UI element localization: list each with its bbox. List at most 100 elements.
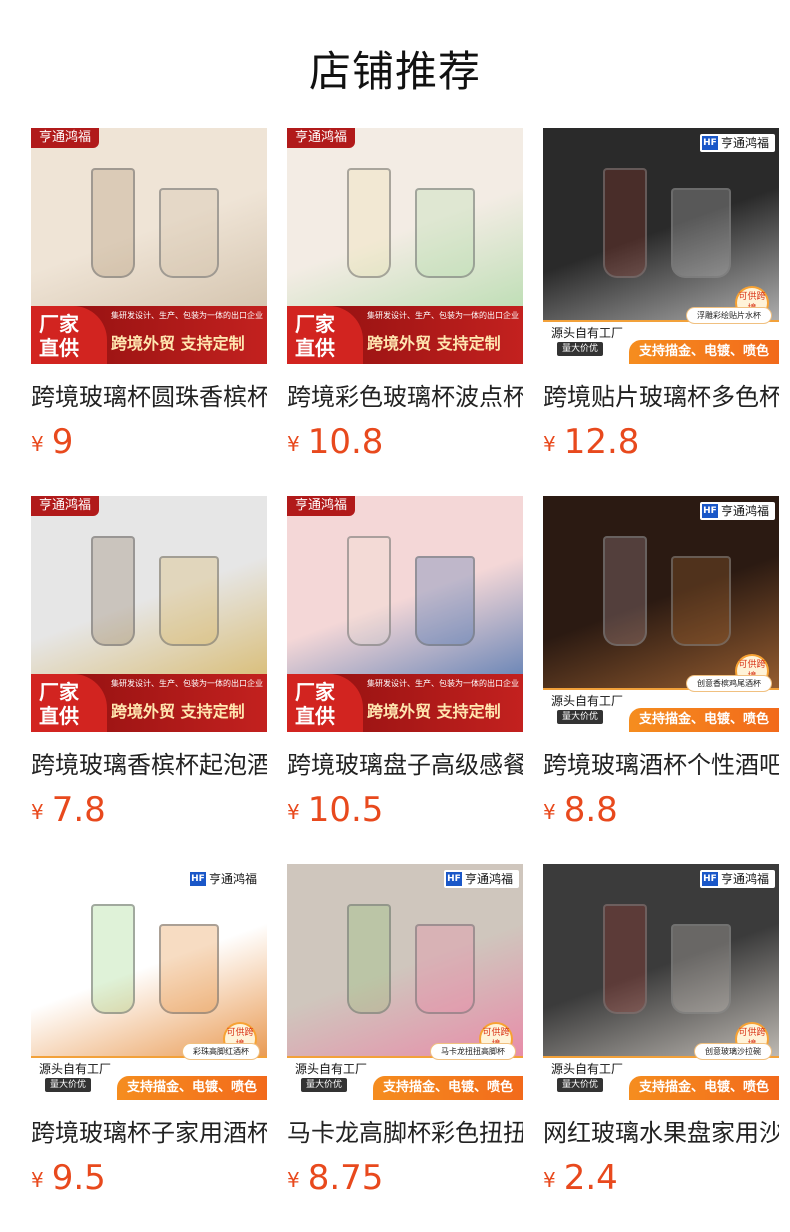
price-value: 10.8	[307, 422, 384, 462]
promo-banner: 厂家 直供 集研发设计、生产、包装为一体的出口企业 跨境外贸 支持定制	[287, 306, 523, 364]
product-price: ¥10.8	[287, 422, 523, 462]
currency-symbol: ¥	[31, 1168, 44, 1192]
glass-shape	[603, 168, 647, 278]
product-price: ¥8.8	[543, 790, 779, 830]
price-value: 8.75	[307, 1158, 384, 1198]
product-card[interactable]: 亨通鸿福 厂家 直供 集研发设计、生产、包装为一体的出口企业 跨境外贸 支持定制…	[287, 128, 523, 462]
glass-shape	[91, 168, 135, 278]
product-price: ¥12.8	[543, 422, 779, 462]
product-card[interactable]: HF 亨通鸿福 可供跨境 源头自有工厂 量大价优 浮雕彩绘贴片水杯 支持描金、电…	[543, 128, 779, 462]
banner-subline: 集研发设计、生产、包装为一体的出口企业	[111, 679, 263, 688]
brand-tag: 亨通鸿福	[31, 128, 100, 148]
product-image[interactable]: 亨通鸿福 厂家 直供 集研发设计、生产、包装为一体的出口企业 跨境外贸 支持定制	[287, 496, 523, 732]
price-value: 12.8	[563, 422, 640, 462]
banner-value-text: 量大价优	[557, 342, 604, 356]
currency-symbol: ¥	[287, 1168, 300, 1192]
product-card[interactable]: 亨通鸿福 厂家 直供 集研发设计、生产、包装为一体的出口企业 跨境外贸 支持定制…	[31, 496, 267, 830]
banner-mainline: 跨境外贸 支持定制	[367, 334, 501, 353]
brand-logo-icon: HF	[701, 872, 718, 886]
factory-badge: 厂家 直供	[31, 674, 107, 732]
brand-logo-icon: HF	[189, 872, 206, 886]
banner-value-text: 量大价优	[45, 1078, 92, 1092]
glass-shape	[91, 904, 135, 1014]
product-name[interactable]: 跨境贴片玻璃杯多色杯	[543, 382, 779, 412]
banner-mainline: 跨境外贸 支持定制	[367, 702, 501, 721]
banner-value-text: 量大价优	[557, 710, 604, 724]
glass-shape	[415, 556, 475, 646]
product-image[interactable]: HF 亨通鸿福 可供跨境 源头自有工厂 量大价优 创意香槟鸡尾酒杯 支持描金、电…	[543, 496, 779, 732]
glass-shape	[603, 536, 647, 646]
banner-custom-text: 支持描金、电镀、喷色	[373, 1076, 523, 1100]
banner-custom-text: 支持描金、电镀、喷色	[629, 340, 779, 364]
factory-badge: 厂家 直供	[31, 306, 107, 364]
banner-factory-text: 源头自有工厂	[551, 694, 624, 708]
brand-logo-icon: HF	[445, 872, 462, 886]
product-image[interactable]: 亨通鸿福 厂家 直供 集研发设计、生产、包装为一体的出口企业 跨境外贸 支持定制	[31, 128, 267, 364]
banner-product-text: 创意玻璃沙拉碗	[695, 1044, 771, 1059]
glass-shape	[347, 904, 391, 1014]
factory-badge: 厂家 直供	[287, 674, 363, 732]
brand-logo-icon: HF	[701, 136, 718, 150]
banner-factory-text: 源头自有工厂	[551, 326, 624, 340]
price-value: 2.4	[563, 1158, 618, 1198]
product-price: ¥8.75	[287, 1158, 523, 1198]
product-price: ¥10.5	[287, 790, 523, 830]
product-card[interactable]: HF 亨通鸿福 可供跨境 源头自有工厂 量大价优 创意香槟鸡尾酒杯 支持描金、电…	[543, 496, 779, 830]
glass-shape	[671, 188, 731, 278]
banner-product-text: 创意香槟鸡尾酒杯	[687, 676, 771, 691]
glass-shape	[603, 904, 647, 1014]
product-card[interactable]: 亨通鸿福 厂家 直供 集研发设计、生产、包装为一体的出口企业 跨境外贸 支持定制…	[31, 128, 267, 462]
price-value: 9.5	[51, 1158, 106, 1198]
brand-tag: 亨通鸿福	[287, 128, 356, 148]
banner-product-text: 马卡龙扭扭高脚杯	[431, 1044, 515, 1059]
promo-banner: 源头自有工厂 量大价优 彩珠高脚红酒杯 支持描金、电镀、喷色	[31, 1044, 267, 1100]
brand-tag: 亨通鸿福	[287, 496, 356, 516]
product-name[interactable]: 网红玻璃水果盘家用沙拉碗	[543, 1118, 779, 1148]
product-name[interactable]: 跨境彩色玻璃杯波点杯	[287, 382, 523, 412]
product-image[interactable]: HF 亨通鸿福 可供跨境 源头自有工厂 量大价优 浮雕彩绘贴片水杯 支持描金、电…	[543, 128, 779, 364]
product-image[interactable]: 亨通鸿福 厂家 直供 集研发设计、生产、包装为一体的出口企业 跨境外贸 支持定制	[287, 128, 523, 364]
product-image[interactable]: HF 亨通鸿福 可供跨境 源头自有工厂 量大价优 创意玻璃沙拉碗 支持描金、电镀…	[543, 864, 779, 1100]
price-value: 10.5	[307, 790, 384, 830]
glass-shape	[159, 924, 219, 1014]
banner-product-text: 浮雕彩绘贴片水杯	[687, 308, 771, 323]
product-card[interactable]: 亨通鸿福 厂家 直供 集研发设计、生产、包装为一体的出口企业 跨境外贸 支持定制…	[287, 496, 523, 830]
promo-banner: 厂家 直供 集研发设计、生产、包装为一体的出口企业 跨境外贸 支持定制	[31, 674, 267, 732]
brand-tag: HF 亨通鸿福	[699, 502, 775, 520]
currency-symbol: ¥	[31, 432, 44, 456]
banner-subline: 集研发设计、生产、包装为一体的出口企业	[367, 311, 519, 320]
product-name[interactable]: 跨境玻璃杯子家用酒杯	[31, 1118, 267, 1148]
store-recommendations: 店铺推荐 亨通鸿福 厂家 直供 集研发设计、生产、包装为一体的出口企业 跨境外贸…	[0, 0, 790, 1232]
banner-mainline: 跨境外贸 支持定制	[111, 334, 245, 353]
banner-custom-text: 支持描金、电镀、喷色	[117, 1076, 267, 1100]
price-value: 8.8	[563, 790, 618, 830]
product-card[interactable]: HF 亨通鸿福 可供跨境 源头自有工厂 量大价优 创意玻璃沙拉碗 支持描金、电镀…	[543, 864, 779, 1198]
product-image[interactable]: HF 亨通鸿福 可供跨境 源头自有工厂 量大价优 马卡龙扭扭高脚杯 支持描金、电…	[287, 864, 523, 1100]
glass-shape	[347, 536, 391, 646]
product-image[interactable]: 亨通鸿福 厂家 直供 集研发设计、生产、包装为一体的出口企业 跨境外贸 支持定制	[31, 496, 267, 732]
product-name[interactable]: 跨境玻璃盘子高级感餐盘	[287, 750, 523, 780]
banner-mainline: 跨境外贸 支持定制	[111, 702, 245, 721]
brand-tag: HF 亨通鸿福	[443, 870, 519, 888]
product-card[interactable]: HF 亨通鸿福 可供跨境 源头自有工厂 量大价优 马卡龙扭扭高脚杯 支持描金、电…	[287, 864, 523, 1198]
currency-symbol: ¥	[543, 800, 556, 824]
glass-shape	[671, 924, 731, 1014]
banner-factory-text: 源头自有工厂	[39, 1062, 112, 1076]
product-name[interactable]: 跨境玻璃杯圆珠香槟杯	[31, 382, 267, 412]
product-card[interactable]: HF 亨通鸿福 可供跨境 源头自有工厂 量大价优 彩珠高脚红酒杯 支持描金、电镀…	[31, 864, 267, 1198]
promo-banner: 厂家 直供 集研发设计、生产、包装为一体的出口企业 跨境外贸 支持定制	[31, 306, 267, 364]
price-value: 7.8	[51, 790, 106, 830]
promo-banner: 厂家 直供 集研发设计、生产、包装为一体的出口企业 跨境外贸 支持定制	[287, 674, 523, 732]
banner-custom-text: 支持描金、电镀、喷色	[629, 1076, 779, 1100]
product-name[interactable]: 马卡龙高脚杯彩色扭扭杯	[287, 1118, 523, 1148]
product-name[interactable]: 跨境玻璃香槟杯起泡酒杯	[31, 750, 267, 780]
price-value: 9	[51, 422, 74, 462]
brand-logo-icon: HF	[701, 504, 718, 518]
product-image[interactable]: HF 亨通鸿福 可供跨境 源头自有工厂 量大价优 彩珠高脚红酒杯 支持描金、电镀…	[31, 864, 267, 1100]
glass-shape	[671, 556, 731, 646]
banner-custom-text: 支持描金、电镀、喷色	[629, 708, 779, 732]
banner-value-text: 量大价优	[557, 1078, 604, 1092]
glass-shape	[91, 536, 135, 646]
glass-shape	[415, 188, 475, 278]
product-name[interactable]: 跨境玻璃酒杯个性酒吧杯	[543, 750, 779, 780]
